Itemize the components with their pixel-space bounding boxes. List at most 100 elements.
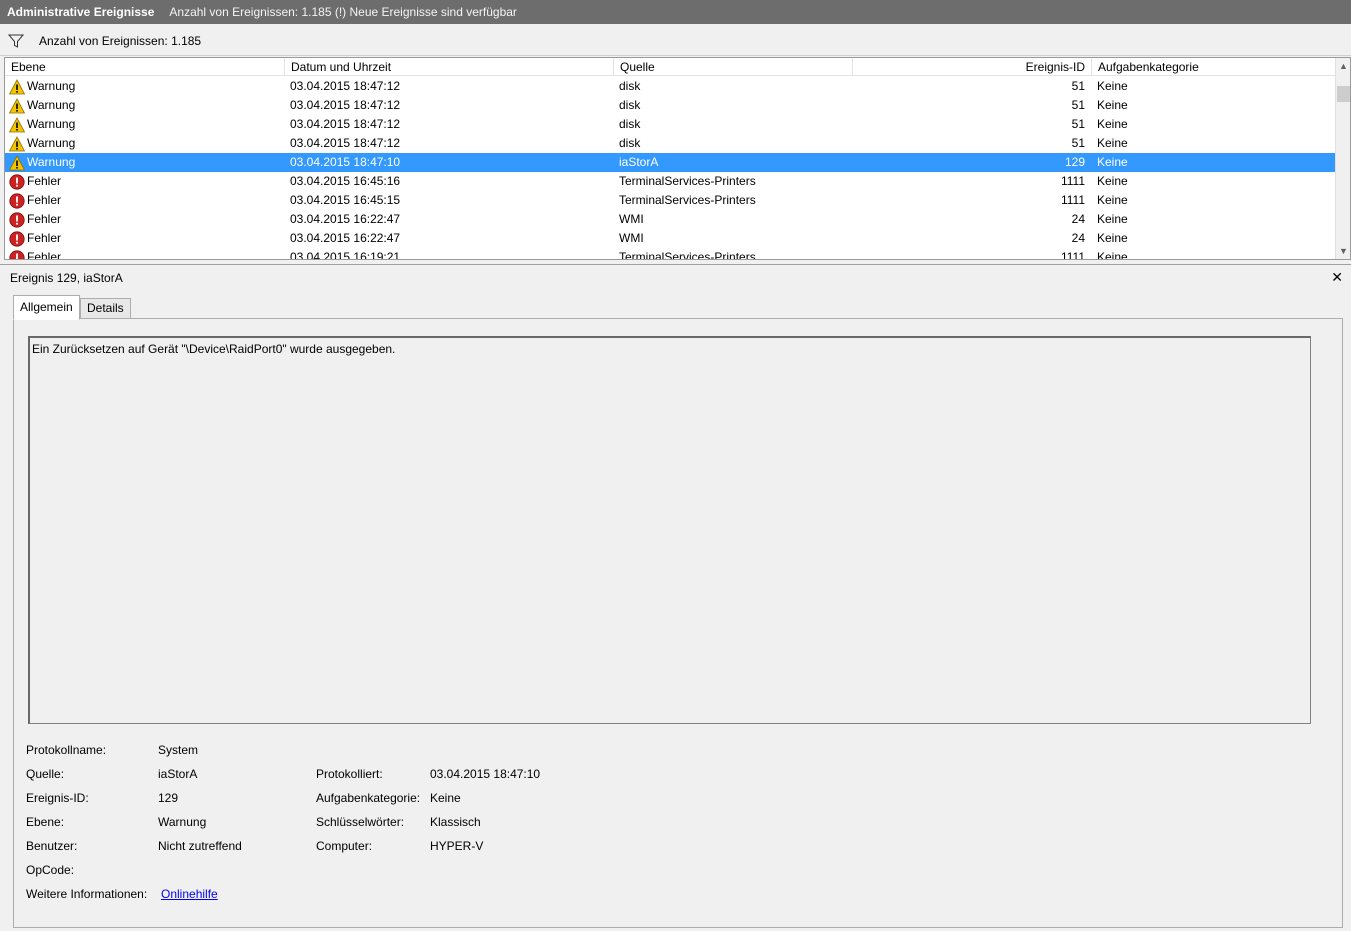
cell-level: Warnung: [9, 96, 281, 115]
general-tab-panel: Ein Zurücksetzen auf Gerät "\Device\Raid…: [13, 318, 1343, 928]
scroll-down-icon[interactable]: ▼: [1336, 243, 1350, 259]
table-row[interactable]: Fehler 03.04.2015 16:19:21 TerminalService…: [5, 248, 1336, 260]
grid-header: Ebene Datum und Uhrzeit Quelle Ereignis-…: [5, 58, 1336, 76]
cell-source: TerminalServices-Printers: [619, 174, 756, 188]
level-text: Fehler: [27, 193, 62, 207]
cell-event-id: 1111: [1060, 174, 1085, 188]
cell-date: 03.04.2015 16:45:15: [290, 193, 401, 207]
error-icon: [9, 173, 27, 190]
level-text: Fehler: [27, 212, 62, 226]
cell-date: 03.04.2015 18:47:12: [290, 79, 401, 93]
level-text: Warnung: [27, 117, 76, 131]
cell-category: Keine: [1097, 136, 1128, 150]
logged-label: Protokolliert:: [316, 767, 383, 781]
event-list[interactable]: Ebene Datum und Uhrzeit Quelle Ereignis-…: [4, 57, 1351, 260]
source-label: Quelle:: [26, 767, 65, 781]
user-value: Nicht zutreffend: [158, 839, 242, 853]
cell-event-id: 51: [1071, 136, 1085, 150]
more-info-label: Weitere Informationen:: [26, 887, 148, 901]
cell-category: Keine: [1097, 117, 1128, 131]
task-category-value: Keine: [430, 791, 461, 805]
cell-date: 03.04.2015 16:45:16: [290, 174, 401, 188]
error-icon: [9, 249, 27, 259]
table-row[interactable]: Warnung 03.04.2015 18:47:12 disk 51 Keine: [5, 115, 1336, 134]
cell-source: WMI: [619, 212, 644, 226]
level-text: Warnung: [27, 155, 76, 169]
scroll-thumb[interactable]: [1337, 86, 1350, 102]
scroll-up-icon[interactable]: ▲: [1336, 58, 1350, 74]
level-text: Warnung: [27, 98, 76, 112]
level-text: Warnung: [27, 136, 76, 150]
vertical-scrollbar[interactable]: ▲ ▼: [1335, 58, 1350, 259]
cell-source: TerminalServices-Printers: [619, 193, 756, 207]
cell-level: Fehler: [9, 172, 281, 191]
column-header-category[interactable]: Aufgabenkategorie: [1092, 58, 1336, 76]
cell-category: Keine: [1097, 231, 1128, 245]
cell-source: disk: [619, 136, 641, 150]
online-help-link[interactable]: Onlinehilfe: [161, 886, 218, 902]
tab-allgemein[interactable]: Allgemein: [13, 295, 80, 320]
cell-event-id: 1111: [1060, 250, 1085, 260]
cell-date: 03.04.2015 18:47:10: [290, 155, 401, 169]
filter-bar: Anzahl von Ereignissen: 1.185: [0, 26, 1351, 56]
keywords-value: Klassisch: [430, 815, 481, 829]
task-category-label: Aufgabenkategorie:: [316, 791, 421, 805]
column-header-level[interactable]: Ebene: [5, 58, 285, 76]
cell-event-id: 51: [1071, 98, 1085, 112]
user-label: Benutzer:: [26, 839, 78, 853]
cell-level: Warnung: [9, 134, 281, 153]
level-value: Warnung: [158, 815, 207, 829]
column-header-date[interactable]: Datum und Uhrzeit: [285, 58, 614, 76]
close-icon[interactable]: ✕: [1331, 269, 1343, 286]
cell-event-id: 51: [1071, 117, 1085, 131]
level-text: Fehler: [27, 174, 62, 188]
cell-category: Keine: [1097, 174, 1128, 188]
cell-date: 03.04.2015 16:19:21: [290, 250, 401, 260]
table-row[interactable]: Fehler 03.04.2015 16:45:15 TerminalService…: [5, 191, 1336, 210]
level-text: Fehler: [27, 250, 62, 260]
error-icon: [9, 230, 27, 247]
event-id-label: Ereignis-ID:: [26, 791, 89, 805]
computer-label: Computer:: [316, 839, 373, 853]
logged-value: 03.04.2015 18:47:10: [430, 767, 541, 781]
cell-category: Keine: [1097, 250, 1128, 260]
table-row[interactable]: Warnung 03.04.2015 18:47:12 disk 51 Keine: [5, 77, 1336, 96]
table-row[interactable]: Warnung 03.04.2015 18:47:12 disk 51 Keine: [5, 134, 1336, 153]
cell-source: TerminalServices-Printers: [619, 250, 756, 260]
cell-date: 03.04.2015 18:47:12: [290, 117, 401, 131]
warning-icon: [9, 154, 27, 171]
table-row[interactable]: Fehler 03.04.2015 16:22:47 WMI 24 Keine: [5, 229, 1336, 248]
cell-level: Fehler: [9, 248, 281, 260]
error-icon: [9, 211, 27, 228]
cell-level: Fehler: [9, 229, 281, 248]
log-name-label: Protokollname:: [26, 743, 107, 757]
source-value: iaStorA: [158, 767, 198, 781]
error-icon: [9, 192, 27, 209]
warning-icon: [9, 97, 27, 114]
level-label: Ebene:: [26, 815, 65, 829]
filter-icon[interactable]: [8, 33, 24, 49]
cell-event-id: 24: [1071, 212, 1085, 226]
cell-level: Fehler: [9, 210, 281, 229]
tab-details[interactable]: Details: [80, 298, 131, 319]
keywords-label: Schlüsselwörter:: [316, 815, 405, 829]
event-message[interactable]: Ein Zurücksetzen auf Gerät "\Device\Raid…: [28, 336, 1311, 724]
column-header-source[interactable]: Quelle: [614, 58, 853, 76]
column-header-event-id[interactable]: Ereignis-ID: [853, 58, 1092, 76]
table-row[interactable]: Fehler 03.04.2015 16:45:16 TerminalService…: [5, 172, 1336, 191]
table-row[interactable]: Fehler 03.04.2015 16:22:47 WMI 24 Keine: [5, 210, 1336, 229]
cell-level: Fehler: [9, 191, 281, 210]
level-text: Warnung: [27, 79, 76, 93]
event-id-value: 129: [158, 791, 179, 805]
table-row[interactable]: Warnung 03.04.2015 18:47:10 iaStorA 129 Kein…: [5, 153, 1336, 172]
warning-icon: [9, 135, 27, 152]
cell-date: 03.04.2015 18:47:12: [290, 136, 401, 150]
table-row[interactable]: Warnung 03.04.2015 18:47:12 disk 51 Keine: [5, 96, 1336, 115]
cell-category: Keine: [1097, 212, 1128, 226]
detail-title: Ereignis 129, iaStorA: [10, 270, 123, 285]
cell-category: Keine: [1097, 193, 1128, 207]
cell-event-id: 24: [1071, 231, 1085, 245]
cell-category: Keine: [1097, 98, 1128, 112]
warning-icon: [9, 116, 27, 133]
cell-category: Keine: [1097, 79, 1128, 93]
